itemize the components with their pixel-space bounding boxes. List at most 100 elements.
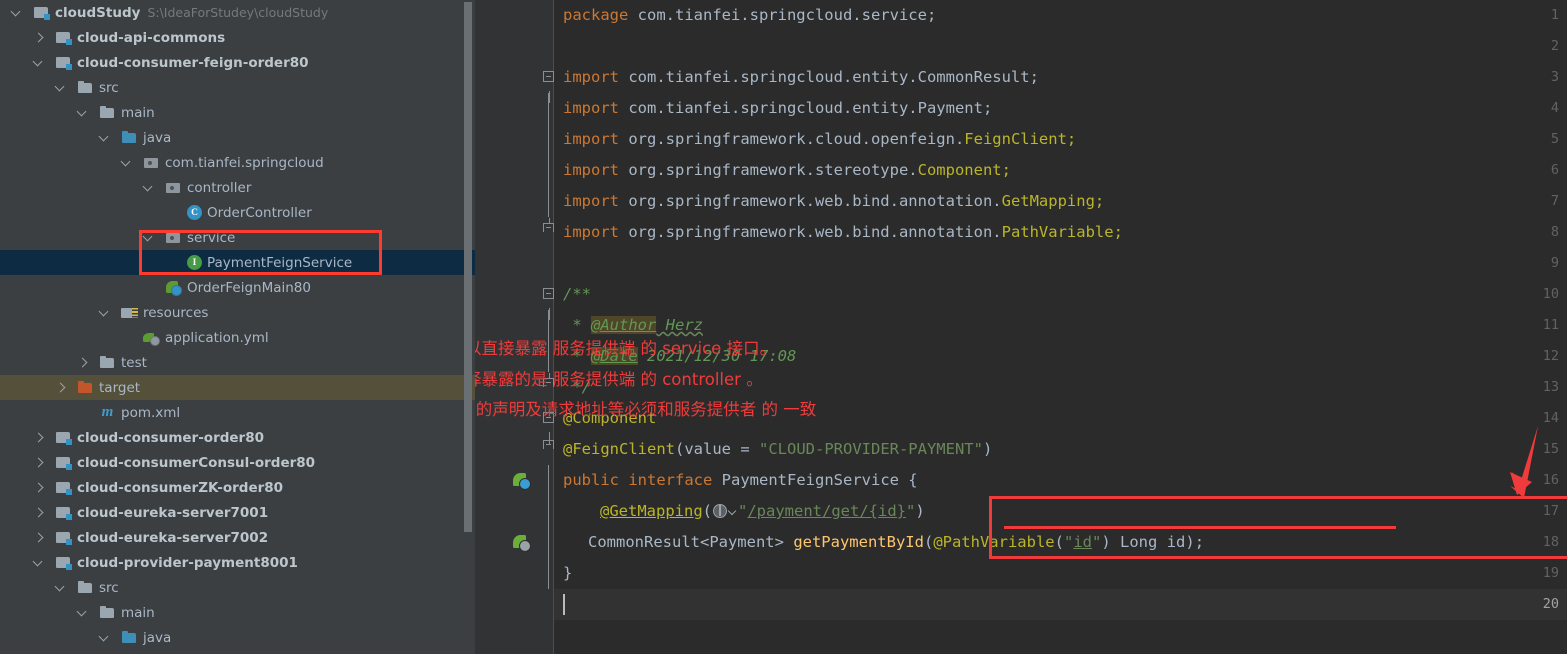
tree-item-main[interactable]: main (0, 600, 475, 625)
chevron-down-icon[interactable] (76, 600, 91, 625)
chevron-down-icon[interactable] (10, 0, 25, 25)
fold-connector (543, 558, 554, 589)
project-tree-scrollbar[interactable] (464, 2, 472, 532)
chevron-down-icon[interactable] (98, 125, 113, 150)
tree-item-label: cloud-eureka-server7002 (77, 529, 269, 546)
tree-item-cloud-eureka-server7001[interactable]: cloud-eureka-server7001 (0, 500, 475, 525)
tree-item-target[interactable]: target (0, 375, 475, 400)
fold-connector-line (548, 496, 549, 527)
chevron-down-icon[interactable] (120, 150, 135, 175)
tree-item-cloud-consumerconsul-order80[interactable]: cloud-consumerConsul-order80 (0, 450, 475, 475)
package-icon (165, 229, 182, 246)
code-editor[interactable]: 1 2 3 4 5 6 7 8 9 10 11 12 13 14 15 16 17 18 19 20 package … (475, 0, 1567, 654)
package-icon (143, 154, 160, 171)
request-url-underline (1004, 526, 1396, 529)
request-url-link[interactable]: /payment/get/{id} (747, 502, 906, 520)
tree-item-ordercontroller[interactable]: C OrderController (0, 200, 475, 225)
chevron-down-icon[interactable] (76, 100, 91, 125)
chevron-down-icon[interactable] (32, 50, 47, 75)
tree-item-label: cloud-eureka-server7001 (77, 504, 269, 521)
text-caret (563, 594, 565, 615)
folder-icon (77, 579, 94, 596)
tree-item-orderfeignmain80[interactable]: OrderFeignMain80 (0, 275, 475, 300)
module-icon (55, 504, 72, 521)
tree-item-cloudstudy[interactable]: cloudStudy S:\IdeaForStudey\cloudStudy (0, 0, 475, 25)
chevron-right-icon[interactable] (32, 500, 47, 525)
tree-toggle-spacer (76, 400, 91, 425)
fold-connector-line (548, 558, 549, 589)
tree-item-cloud-consumerzk-order80[interactable]: cloud-consumerZK-order80 (0, 475, 475, 500)
fold-end-icon[interactable] (543, 218, 554, 232)
tree-item-cloud-eureka-server7002[interactable]: cloud-eureka-server7002 (0, 525, 475, 550)
tree-item-cloud-provider-payment8001[interactable]: cloud-provider-payment8001 (0, 550, 475, 575)
folder-icon (99, 104, 116, 121)
spring-url-mapping-icon[interactable] (513, 534, 531, 552)
tree-item-pom-xml[interactable]: m pom.xml (0, 400, 475, 425)
fold-marker-line-10[interactable] (543, 279, 554, 320)
spring-bean-icon[interactable] (513, 472, 531, 490)
code-line-17: @GetMapping("/payment/get/{id}") (600, 502, 925, 520)
fold-connector (543, 465, 554, 496)
tree-item-label: pom.xml (121, 404, 181, 421)
fold-collapse-icon[interactable] (543, 288, 554, 320)
tree-item-java[interactable]: java (0, 625, 475, 650)
tree-item-paymentfeignservice[interactable]: I PaymentFeignService (0, 250, 475, 275)
tree-item-label: resources (143, 304, 209, 321)
tree-item-cloud-consumer-order80[interactable]: cloud-consumer-order80 (0, 425, 475, 450)
tree-item-label: cloud-consumer-feign-order80 (77, 54, 309, 71)
tree-item-controller[interactable]: controller (0, 175, 475, 200)
chevron-right-icon[interactable] (32, 425, 47, 450)
tree-item-label: test (121, 354, 147, 371)
package-icon (165, 179, 182, 196)
tree-item-src[interactable]: src (0, 75, 475, 100)
chevron-down-icon[interactable] (98, 625, 113, 650)
chevron-right-icon[interactable] (32, 25, 47, 50)
tree-item-label: main (121, 604, 155, 621)
tree-item-com-tianfei-springcloud[interactable]: com.tianfei.springcloud (0, 150, 475, 175)
code-line-7: import org.springframework.web.bind.anno… (563, 192, 1105, 210)
tree-toggle-spacer (142, 275, 157, 300)
module-icon (55, 429, 72, 446)
tree-item-main[interactable]: main (0, 100, 475, 125)
fold-connector-line (548, 186, 549, 217)
module-icon (55, 54, 72, 71)
module-icon (33, 4, 50, 21)
tree-item-cloud-consumer-feign-order80[interactable]: cloud-consumer-feign-order80 (0, 50, 475, 75)
chevron-right-icon[interactable] (32, 475, 47, 500)
tree-item-label: cloudStudy (55, 4, 141, 21)
spring-boot-app-icon (165, 279, 182, 296)
tree-toggle-spacer (164, 250, 179, 275)
tree-item-resources[interactable]: resources (0, 300, 475, 325)
tree-item-cloud-api-commons[interactable]: cloud-api-commons (0, 25, 475, 50)
fold-collapse-icon[interactable] (543, 71, 554, 103)
chevron-right-icon[interactable] (32, 450, 47, 475)
tree-item-test[interactable]: test (0, 350, 475, 375)
chevron-right-icon[interactable] (76, 350, 91, 375)
code-content[interactable]: package com.tianfei.springcloud.service;… (554, 0, 1567, 654)
tree-item-label: cloud-consumerConsul-order80 (77, 454, 316, 471)
chevron-down-icon[interactable] (32, 550, 47, 575)
chevron-down-icon[interactable] (142, 225, 157, 250)
code-line-10: /** (563, 285, 591, 303)
tree-item-application-yml[interactable]: application.yml (0, 325, 475, 350)
chevron-down-icon[interactable] (54, 75, 69, 100)
fold-marker-line-3[interactable] (543, 62, 554, 103)
web-globe-icon[interactable] (713, 504, 727, 518)
chevron-right-icon[interactable] (54, 375, 69, 400)
fold-end-icon[interactable] (543, 435, 554, 449)
annotation-note-line-1: 这里也可以直接暴露 服务提供端 的 service 接口。 (475, 339, 777, 358)
chevron-down-icon[interactable] (98, 300, 113, 325)
tree-item-src[interactable]: src (0, 575, 475, 600)
chevron-down-icon[interactable] (54, 575, 69, 600)
fold-connector-line (548, 93, 549, 124)
tree-item-java[interactable]: java (0, 125, 475, 150)
fold-connector-line (548, 527, 549, 558)
chevron-down-icon[interactable] (142, 175, 157, 200)
tree-item-service[interactable]: service (0, 225, 475, 250)
chevron-down-icon[interactable] (728, 504, 738, 518)
code-line-1: package com.tianfei.springcloud.service; (563, 6, 937, 24)
chevron-right-icon[interactable] (32, 525, 47, 550)
project-tree-panel[interactable]: cloudStudy S:\IdeaForStudey\cloudStudy clo… (0, 0, 475, 654)
fold-marker-line-8[interactable] (543, 217, 554, 248)
fold-marker-line-15[interactable] (543, 434, 554, 465)
